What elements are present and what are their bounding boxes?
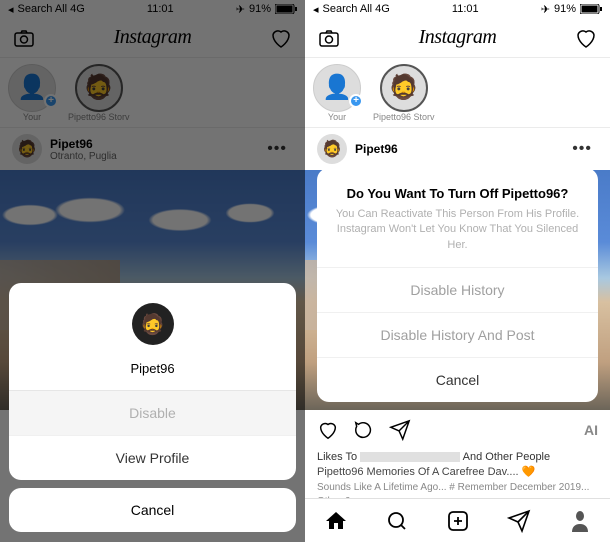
share-icon[interactable] — [389, 419, 411, 441]
view-profile-button[interactable]: View Profile — [9, 435, 296, 480]
post-caption: Pipetto96 Memories Of A Carefree Dav....… — [317, 465, 598, 480]
cancel-button[interactable]: Cancel — [9, 488, 296, 532]
sheet-username: Pipet96 — [23, 361, 282, 376]
disable-history-button[interactable]: Disable History — [317, 267, 598, 312]
disable-button[interactable]: Disable — [9, 390, 296, 435]
location-icon: ✈ — [541, 3, 550, 16]
bookmark-label: AI — [584, 422, 598, 438]
profile-tab-icon[interactable] — [568, 509, 592, 533]
activity-icon[interactable] — [574, 26, 598, 50]
back-caret: ◂ — [313, 3, 319, 16]
action-sheet: 🧔 Pipet96 Disable View Profile — [9, 283, 296, 480]
modal-overlay: 🧔 Pipet96 Disable View Profile Cancel — [0, 0, 305, 542]
likes-suffix: And Other People — [463, 451, 550, 463]
home-tab-icon[interactable] — [324, 509, 348, 533]
dialog-subtitle: You Can Reactivate This Person From His … — [317, 207, 598, 267]
story-label: Your — [328, 112, 346, 122]
comment-icon[interactable] — [353, 419, 375, 441]
post-header: 🧔 Pipet96 ••• — [305, 128, 610, 170]
sheet-avatar: 🧔 — [132, 303, 174, 345]
right-screen: ◂ Search All 4G 11:01 ✈ 91% Instagram 👤 … — [305, 0, 610, 542]
new-post-tab-icon[interactable] — [446, 509, 470, 533]
more-icon[interactable]: ••• — [566, 134, 598, 164]
add-story-icon: + — [349, 94, 363, 108]
instagram-logo: Instagram — [419, 26, 497, 49]
clock: 11:01 — [452, 3, 479, 15]
search-tab-icon[interactable] — [385, 509, 409, 533]
camera-icon[interactable] — [317, 26, 341, 50]
app-header: Instagram — [305, 18, 610, 58]
left-screen: ◂ Search All 4G 11:01 ✈ 91% Instagram 👤 … — [0, 0, 305, 542]
battery-percent: 91% — [554, 3, 576, 15]
likes-redacted — [360, 452, 460, 462]
activity-tab-icon[interactable] — [507, 509, 531, 533]
your-story[interactable]: 👤 + Your — [313, 64, 361, 122]
post-actions-row: AI — [305, 410, 610, 450]
tab-bar — [305, 498, 610, 542]
disable-history-post-button[interactable]: Disable History And Post — [317, 312, 598, 357]
carrier-label: Search All 4G — [323, 3, 390, 15]
post-avatar[interactable]: 🧔 — [317, 134, 347, 164]
stories-row[interactable]: 👤 + Your 🧔 Pipetto96 Storv — [305, 58, 610, 128]
post-username[interactable]: Pipet96 — [355, 142, 558, 156]
battery-icon — [580, 4, 602, 14]
story-item[interactable]: 🧔 Pipetto96 Storv — [373, 64, 435, 122]
cancel-button[interactable]: Cancel — [317, 357, 598, 402]
story-label: Pipetto96 Storv — [373, 112, 435, 122]
confirm-dialog: Do You Want To Turn Off Pipetto96? You C… — [317, 168, 598, 402]
status-bar: ◂ Search All 4G 11:01 ✈ 91% — [305, 0, 610, 18]
dialog-title: Do You Want To Turn Off Pipetto96? — [317, 168, 598, 207]
likes-prefix: Likes To — [317, 451, 357, 463]
like-icon[interactable] — [317, 419, 339, 441]
